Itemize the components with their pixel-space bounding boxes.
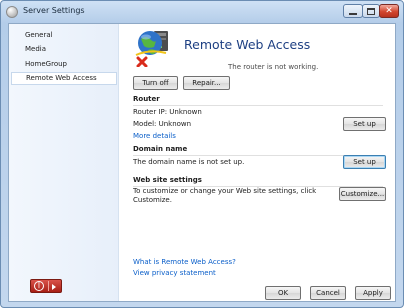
repair-button[interactable]: Repair... xyxy=(183,76,230,90)
apply-button[interactable]: Apply xyxy=(355,286,391,300)
maximize-button[interactable] xyxy=(362,4,380,18)
domain-status-text: The domain name is not set up. xyxy=(133,158,245,166)
server-settings-window: Server Settings ✕ General Media HomeGrou… xyxy=(0,0,404,308)
status-message: The router is not working. xyxy=(228,63,319,71)
cancel-button[interactable]: Cancel xyxy=(310,286,346,300)
power-button-separator xyxy=(48,281,49,291)
globe-with-error-icon xyxy=(135,31,168,67)
website-settings-heading: Web site settings xyxy=(133,176,202,184)
power-menu-arrow-icon[interactable] xyxy=(52,284,56,290)
more-details-link[interactable]: More details xyxy=(133,132,176,140)
server-app-icon xyxy=(6,6,18,18)
sidebar: General Media HomeGroup Remote Web Acces… xyxy=(9,24,119,301)
dialog-client-area: General Media HomeGroup Remote Web Acces… xyxy=(8,23,396,302)
sidebar-item-homegroup[interactable]: HomeGroup xyxy=(11,58,117,71)
router-ip-text: Router IP: Unknown xyxy=(133,108,202,116)
domain-setup-button[interactable]: Set up xyxy=(343,155,386,169)
main-panel: Remote Web Access The router is not work… xyxy=(120,24,395,301)
page-title: Remote Web Access xyxy=(184,37,311,52)
sidebar-item-general[interactable]: General xyxy=(11,29,117,42)
domain-name-heading: Domain name xyxy=(133,145,188,153)
close-button[interactable]: ✕ xyxy=(379,4,399,18)
power-icon: | xyxy=(34,281,44,291)
router-setup-button[interactable]: Set up xyxy=(343,117,386,131)
customize-button[interactable]: Customize... xyxy=(339,187,386,201)
router-model-text: Model: Unknown xyxy=(133,120,192,128)
maximize-icon xyxy=(367,7,375,15)
privacy-statement-link[interactable]: View privacy statement xyxy=(133,269,216,277)
power-button[interactable]: | xyxy=(30,279,62,293)
website-description-line2: Customize. xyxy=(133,196,172,204)
window-title: Server Settings xyxy=(23,6,85,15)
title-bar[interactable]: Server Settings ✕ xyxy=(1,1,403,23)
what-is-rwa-link[interactable]: What is Remote Web Access? xyxy=(133,258,236,266)
sidebar-item-remote-web-access[interactable]: Remote Web Access xyxy=(11,72,117,85)
minimize-icon xyxy=(349,13,357,15)
ok-button[interactable]: OK xyxy=(265,286,301,300)
minimize-button[interactable] xyxy=(343,4,363,18)
sidebar-item-media[interactable]: Media xyxy=(11,43,117,56)
turn-off-button[interactable]: Turn off xyxy=(133,76,178,90)
router-divider xyxy=(133,105,383,106)
router-heading: Router xyxy=(133,95,160,103)
close-icon: ✕ xyxy=(385,5,393,16)
website-description-line1: To customize or change your Web site set… xyxy=(133,187,317,195)
